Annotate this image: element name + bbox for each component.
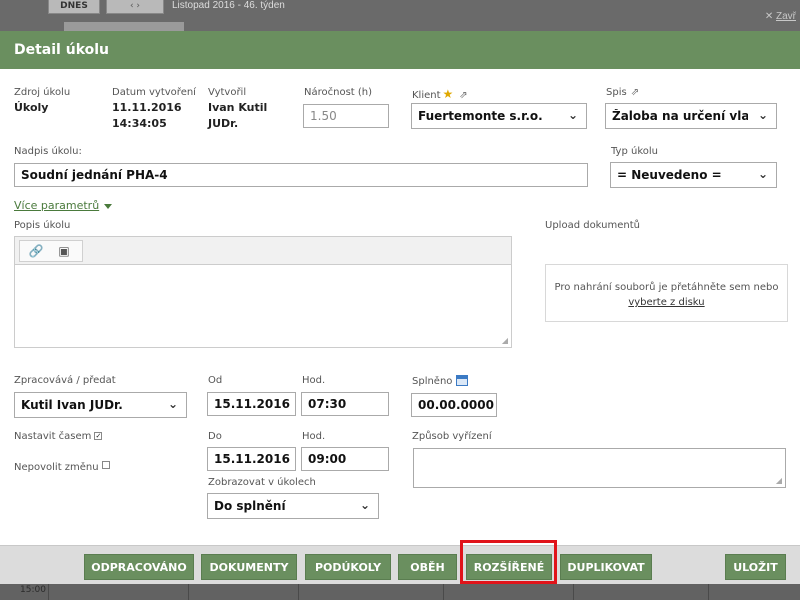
- do-date-input[interactable]: 15.11.2016: [207, 447, 296, 471]
- zpracovava-select-value: Kutil Ivan JUDr.: [21, 398, 123, 412]
- do-label: Do: [208, 431, 222, 442]
- zpusob-textarea[interactable]: ◢: [413, 448, 786, 488]
- zpracovava-label: Zpracovává / předat: [14, 375, 116, 386]
- background-calendar-grid: 15:00: [0, 584, 800, 600]
- dokumenty-button[interactable]: DOKUMENTY: [201, 554, 297, 580]
- link-icon[interactable]: 🔗: [26, 243, 46, 259]
- upload-dropzone[interactable]: Pro nahrání souborů je přetáhněte sem ne…: [545, 264, 788, 322]
- spis-label: Spis: [606, 87, 627, 98]
- klient-label-group: Klient ★ ⇗: [412, 87, 468, 101]
- calendar-cell: [573, 584, 708, 600]
- star-icon[interactable]: ★: [443, 87, 454, 101]
- calendar-cell: [298, 584, 443, 600]
- typ-select[interactable]: = Neuvedeno = ⌄: [610, 162, 777, 188]
- do-time-input[interactable]: 09:00: [301, 447, 389, 471]
- nastavit-row: Nastavit časem ✓: [14, 431, 103, 442]
- nepovolit-label: Nepovolit změnu: [14, 462, 99, 473]
- splneno-label-group: Splněno: [412, 375, 469, 387]
- od-time-input[interactable]: 07:30: [301, 392, 389, 416]
- close-link[interactable]: ✕ Zavř: [765, 11, 796, 22]
- zpracovava-select[interactable]: Kutil Ivan JUDr. ⌄: [14, 392, 187, 418]
- nadpis-label: Nadpis úkolu:: [14, 146, 82, 157]
- klient-select-value: Fuertemonte s.r.o.: [418, 109, 543, 123]
- chevron-down-icon[interactable]: ⌄: [560, 104, 586, 128]
- datum-time-value: 14:34:05: [112, 117, 167, 130]
- upload-browse-link[interactable]: vyberte z disku: [546, 295, 787, 310]
- zdroj-value: Úkoly: [14, 101, 49, 114]
- chevron-down-icon[interactable]: ⌄: [750, 163, 776, 187]
- calendar-cell: [708, 584, 800, 600]
- rozsirene-highlight-box: [460, 540, 557, 584]
- typ-label: Typ úkolu: [611, 146, 659, 157]
- zdroj-label: Zdroj úkolu: [14, 87, 71, 98]
- spis-label-group: Spis ⇗: [606, 87, 639, 98]
- upload-text: Pro nahrání souborů je přetáhněte sem ne…: [554, 282, 779, 293]
- calendar-icon[interactable]: [456, 375, 469, 386]
- podukoly-button[interactable]: PODÚKOLY: [305, 554, 391, 580]
- external-link-icon[interactable]: ⇗: [459, 90, 467, 101]
- calendar-cell: [48, 584, 188, 600]
- zobrazovat-select-value: Do splnění: [214, 499, 286, 513]
- klient-label: Klient: [412, 90, 441, 101]
- klient-select[interactable]: Fuertemonte s.r.o. ⌄: [411, 103, 587, 129]
- od-label: Od: [208, 375, 223, 386]
- ulozit-button[interactable]: ULOŽIT: [725, 554, 786, 580]
- odpracovano-button[interactable]: ODPRACOVÁNO: [84, 554, 194, 580]
- more-params-link[interactable]: Více parametrů: [14, 199, 113, 212]
- splneno-label: Splněno: [412, 376, 453, 387]
- editor-toolbar: 🔗 ▣: [15, 237, 511, 265]
- datum-date-value: 11.11.2016: [112, 101, 182, 114]
- od-date-input[interactable]: 15.11.2016: [207, 392, 296, 416]
- calendar-nav-arrows[interactable]: ‹ ›: [106, 0, 164, 14]
- calendar-cell: [443, 584, 573, 600]
- nadpis-input[interactable]: Soudní jednání PHA-4: [14, 163, 588, 187]
- vytvoril-value-name: Ivan Kutil: [208, 101, 268, 114]
- datum-label: Datum vytvoření: [112, 87, 196, 98]
- splneno-input[interactable]: 00.00.0000: [411, 393, 497, 417]
- chevron-down-icon[interactable]: ⌄: [352, 494, 378, 518]
- close-link-label[interactable]: Zavř: [776, 11, 796, 22]
- nastavit-checkbox[interactable]: ✓: [94, 432, 103, 440]
- do-hod-label: Hod.: [302, 431, 326, 442]
- calendar-cell: [188, 584, 298, 600]
- typ-select-value: = Neuvedeno =: [617, 168, 722, 182]
- external-link-icon[interactable]: ⇗: [631, 87, 639, 98]
- nepovolit-checkbox[interactable]: [101, 461, 110, 469]
- dialog-footer: ODPRACOVÁNO DOKUMENTY PODÚKOLY OBĚH ROZŠ…: [0, 545, 800, 584]
- nepovolit-row: Nepovolit změnu: [14, 461, 110, 473]
- chevron-down-icon[interactable]: ⌄: [750, 104, 776, 128]
- spis-select-value: Žaloba na určení vlastnictv: [612, 109, 748, 123]
- nastavit-label: Nastavit časem: [14, 431, 92, 442]
- chevron-down-icon[interactable]: ⌄: [160, 393, 186, 417]
- today-button[interactable]: DNES: [48, 0, 100, 14]
- duplikovat-button[interactable]: DUPLIKOVAT: [560, 554, 652, 580]
- calendar-period-label: Listopad 2016 - 46. týden: [172, 0, 285, 11]
- zpusob-label: Způsob vyřízení: [412, 431, 492, 442]
- dialog-header: Detail úkolu: [0, 31, 800, 69]
- spis-select[interactable]: Žaloba na určení vlastnictv ⌄: [605, 103, 777, 129]
- caret-down-icon[interactable]: [104, 203, 113, 209]
- vytvoril-label: Vytvořil: [208, 87, 247, 98]
- popis-editor[interactable]: 🔗 ▣ ◢: [14, 236, 512, 348]
- vytvoril-value-title: JUDr.: [208, 117, 239, 130]
- zobrazovat-label: Zobrazovat v úkolech: [208, 477, 316, 488]
- narocnost-label: Náročnost (h): [304, 87, 373, 98]
- od-hod-label: Hod.: [302, 375, 326, 386]
- popis-label: Popis úkolu: [14, 220, 71, 231]
- upload-label: Upload dokumentů: [545, 220, 640, 231]
- task-detail-dialog: Detail úkolu Zdroj úkolu Úkoly Datum vyt…: [0, 31, 800, 584]
- calendar-time-label: 15:00: [20, 585, 46, 595]
- resize-handle-icon[interactable]: ◢: [776, 476, 782, 485]
- more-params-label[interactable]: Více parametrů: [14, 199, 99, 212]
- narocnost-input[interactable]: 1.50: [303, 104, 389, 128]
- zobrazovat-select[interactable]: Do splnění ⌄: [207, 493, 379, 519]
- resize-handle-icon[interactable]: ◢: [502, 336, 508, 345]
- unlink-icon[interactable]: ▣: [54, 243, 74, 259]
- obeh-button[interactable]: OBĚH: [398, 554, 457, 580]
- editor-tool-group: 🔗 ▣: [19, 240, 83, 262]
- dialog-title: Detail úkolu: [14, 42, 110, 58]
